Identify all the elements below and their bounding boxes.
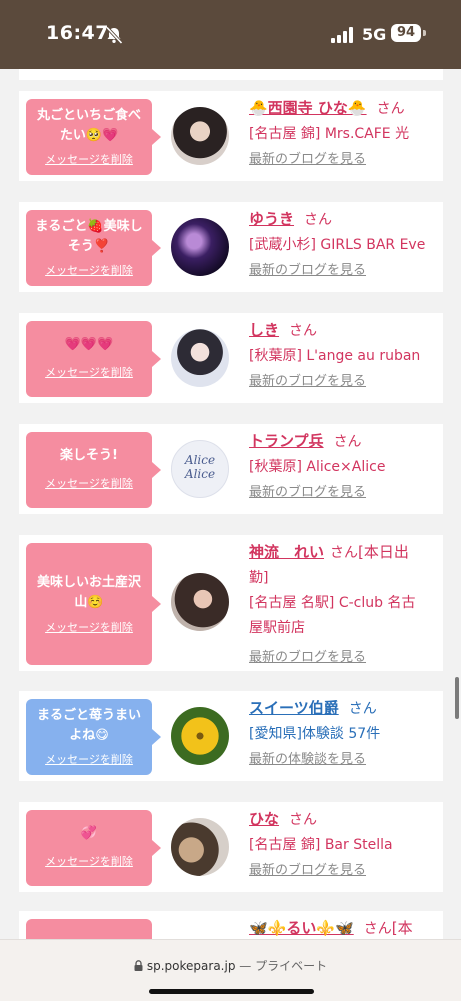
honorific: さん [289,812,318,828]
profile-name-link[interactable]: スイーツ伯爵 [249,699,339,717]
home-indicator[interactable] [149,989,314,994]
latest-review-link[interactable]: 最新の体験談を見る [249,752,366,767]
message-bubble: まるごと🍓美味しそう❣️ メッセージを削除 [26,210,161,286]
list-item: 💞 メッセージを削除 ひな さん [名古屋 錦] Bar Stella 最新のブロ… [19,802,443,892]
list-item: まるごと🍓美味しそう❣️ メッセージを削除 ゆうき さん [武蔵小杉] GIRLS… [19,202,443,292]
latest-blog-link[interactable]: 最新のブログを見る [249,374,366,389]
message-text: まるごと🍓美味しそう❣️ [35,219,143,254]
delete-message-link[interactable]: メッセージを削除 [26,751,152,767]
lock-icon [134,960,143,971]
latest-blog-link[interactable]: 最新のブログを見る [249,650,366,665]
honorific: さん [376,101,405,117]
avatar[interactable] [171,329,229,387]
avatar[interactable] [171,707,229,765]
delete-message-link[interactable]: メッセージを削除 [26,364,152,380]
delete-message-link[interactable]: メッセージを削除 [26,619,152,635]
avatar[interactable]: Alice Alice [171,440,229,498]
honorific: さん [348,701,377,717]
latest-blog-link[interactable]: 最新のブログを見る [249,863,366,878]
message-bubble: 💞 メッセージを削除 [26,810,161,886]
message-bubble: まるごと苺うまいよね😋 メッセージを削除 [26,699,161,775]
private-mode-label: — プライベート [239,959,328,973]
honorific: さん [289,323,318,339]
shop-text: [名古屋 錦] Mrs.CAFE 光 [249,126,410,142]
shop-text: 屋駅前店 [249,620,305,636]
message-text: 美味しいお土産沢山☺️ [36,575,141,610]
message-bubble: 楽しそう! メッセージを削除 [26,432,161,508]
profile-name-link[interactable]: ゆうき [249,210,294,228]
cell-signal-icon [331,27,353,43]
profile-name-link[interactable]: 🦋⚜️るい⚜️🦋 [249,919,354,937]
honorific: さん [363,921,392,937]
status-time: 16:47 [46,22,109,44]
url-text: sp.pokepara.jp [146,959,236,973]
shop-text: [秋葉原] Alice×Alice [249,459,386,475]
avatar[interactable] [171,107,229,165]
delete-message-link[interactable]: メッセージを削除 [26,475,152,491]
list-item: 丸ごといちご食べたい🥺💗 メッセージを削除 🐣西園寺 ひな🐣 さん [名古屋 錦]… [19,91,443,181]
shop-text: [武蔵小杉] GIRLS BAR Eve [249,237,426,253]
list-item: 💗💗💗 メッセージを削除 しき さん [秋葉原] L'ange au ruban … [19,313,443,403]
status-bar: 16:47 5G 94 [0,0,461,69]
scrollbar[interactable] [455,677,459,719]
battery-level: 94 [391,24,421,42]
list-item [19,69,443,80]
latest-blog-link[interactable]: 最新のブログを見る [249,263,366,278]
shop-text: [名古屋 錦] Bar Stella [249,837,393,853]
message-text: まるごと苺うまいよね😋 [36,708,141,743]
battery-icon [423,30,426,36]
list-item: 美味しいお土産沢山☺️ メッセージを削除 神流 れい さん[本日出 勤] [名古屋… [19,535,443,671]
honorific: さん [330,545,359,561]
profile-name-link[interactable]: 🐣西園寺 ひな🐣 [249,99,367,117]
shop-text: [名古屋 名駅] C-club 名古 [249,595,416,611]
profile-name-link[interactable]: 神流 れい [249,543,324,561]
message-text: 丸ごといちご食べたい🥺💗 [36,108,141,143]
shop-text: [秋葉原] L'ange au ruban [249,348,421,364]
status-text: [本日出 [358,543,409,561]
delete-message-link[interactable]: メッセージを削除 [26,262,152,278]
delete-message-link[interactable]: メッセージを削除 [26,853,152,869]
profile-name-link[interactable]: トランプ兵 [249,432,324,450]
list-item: 楽しそう! メッセージを削除 Alice Alice トランプ兵 さん [秋葉原]… [19,424,443,514]
avatar[interactable] [171,573,229,631]
message-bubble: 丸ごといちご食べたい🥺💗 メッセージを削除 [26,99,161,175]
latest-blog-link[interactable]: 最新のブログを見る [249,152,366,167]
message-text: 💞 [80,826,98,841]
profile-name-link[interactable]: ひな [249,810,279,828]
profile-name-link[interactable]: しき [249,321,279,339]
message-bubble: 💗💗💗 メッセージを削除 [26,321,161,397]
message-text: 💗💗💗 [64,337,114,352]
honorific: さん [333,434,362,450]
status-text: 勤] [249,570,269,586]
message-text: 楽しそう! [60,448,118,463]
bell-muted-icon [105,26,123,45]
browser-address-bar[interactable]: sp.pokepara.jp — プライベート [0,939,461,1001]
message-bubble: 美味しいお土産沢山☺️ メッセージを削除 [26,543,161,665]
list-item: まるごと苺うまいよね😋 メッセージを削除 スイーツ伯爵 さん [愛知県]体験談 5… [19,691,443,781]
shop-text: [愛知県]体験談 57件 [249,726,381,742]
avatar[interactable] [171,218,229,276]
avatar[interactable] [171,818,229,876]
network-type: 5G [362,25,387,44]
honorific: さん [304,212,333,228]
delete-message-link[interactable]: メッセージを削除 [26,151,152,167]
avatar-logo-text: Alice Alice [184,453,216,481]
shop-text: [本 [391,919,413,937]
latest-blog-link[interactable]: 最新のブログを見る [249,485,366,500]
